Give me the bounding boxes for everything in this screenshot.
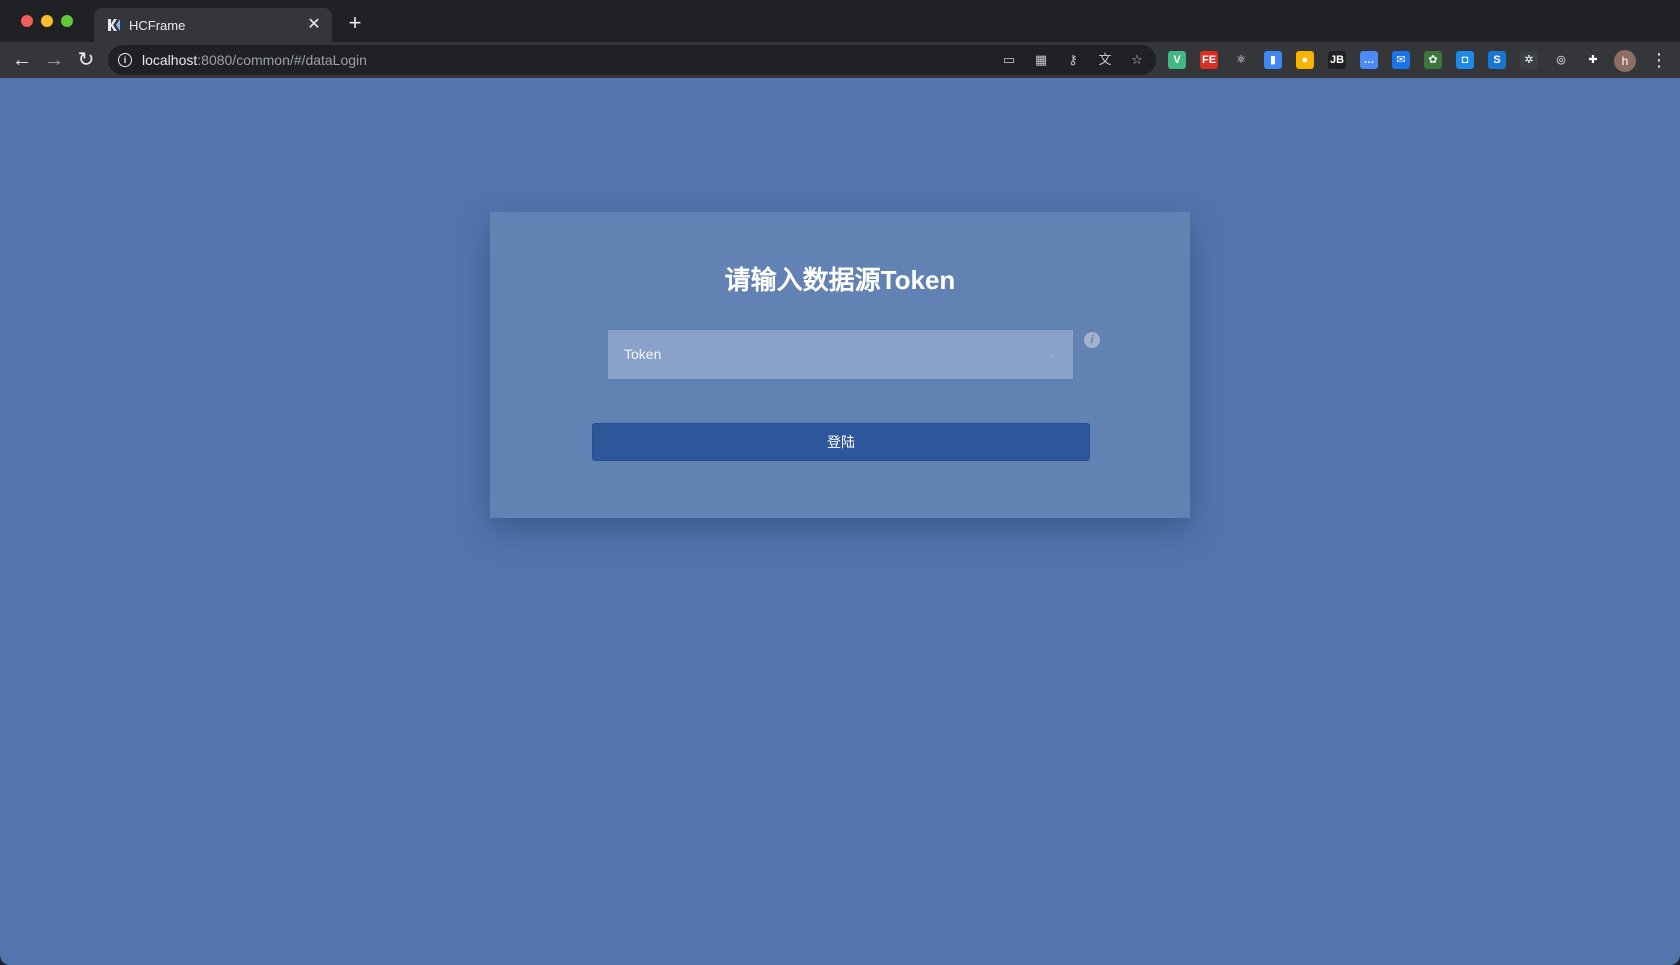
chevron-down-icon: ⌄ bbox=[1046, 346, 1058, 360]
token-select[interactable]: Token ⌄ bbox=[608, 330, 1073, 379]
tab-close-icon[interactable]: ✕ bbox=[304, 15, 324, 35]
translate-icon[interactable]: 文 bbox=[1096, 51, 1114, 69]
hcframe-favicon-icon bbox=[108, 19, 120, 31]
mail-checker-icon[interactable]: ✉ bbox=[1392, 51, 1410, 69]
color-picker-icon[interactable]: ● bbox=[1296, 51, 1314, 69]
bookmark-ext-icon[interactable]: ▮ bbox=[1264, 51, 1282, 69]
s-ext-icon[interactable]: S bbox=[1488, 51, 1506, 69]
cast-icon[interactable]: ▭ bbox=[1000, 51, 1018, 69]
login-card: 请输入数据源Token Token ⌄ i 登陆 bbox=[490, 212, 1190, 518]
url-host: localhost bbox=[142, 52, 198, 68]
chat-bubble-icon[interactable]: … bbox=[1360, 51, 1378, 69]
reload-button[interactable]: ↻ bbox=[74, 48, 98, 72]
site-info-icon[interactable]: i bbox=[118, 53, 132, 67]
jetbrains-icon[interactable]: JB bbox=[1328, 51, 1346, 69]
react-devtools-icon[interactable]: ⚛ bbox=[1232, 51, 1250, 69]
profile-avatar[interactable]: h bbox=[1614, 50, 1636, 72]
tab-strip: HCFrame ✕ + bbox=[0, 0, 1680, 44]
new-tab-button[interactable]: + bbox=[344, 12, 366, 34]
tab-title: HCFrame bbox=[129, 18, 186, 33]
url-text[interactable]: localhost:8080/common/#/dataLogin bbox=[142, 52, 367, 68]
fe-helper-icon[interactable]: FE bbox=[1200, 51, 1218, 69]
minimize-window-button[interactable] bbox=[41, 15, 53, 27]
browser-menu-icon[interactable]: ⋮ bbox=[1650, 49, 1668, 71]
forward-button[interactable]: → bbox=[42, 48, 66, 72]
address-bar[interactable]: i localhost:8080/common/#/dataLogin ▭ ▦ ⚷ 文… bbox=[108, 45, 1156, 75]
bookmark-star-icon[interactable]: ☆ bbox=[1128, 51, 1146, 69]
vue-devtools-icon[interactable]: V bbox=[1168, 51, 1186, 69]
capture-ext-icon[interactable]: ◘ bbox=[1456, 51, 1474, 69]
qr-code-icon[interactable]: ▦ bbox=[1032, 51, 1050, 69]
info-help-icon[interactable]: i bbox=[1084, 332, 1100, 348]
close-window-button[interactable] bbox=[21, 15, 33, 27]
back-button[interactable]: ← bbox=[10, 48, 34, 72]
page-viewport: 请输入数据源Token Token ⌄ i 登陆 bbox=[0, 78, 1680, 965]
page-title: 请输入数据源Token bbox=[724, 265, 956, 295]
browser-window: HCFrame ✕ + ← → ↻ i localhost:8080/commo… bbox=[0, 0, 1680, 965]
key-icon[interactable]: ⚷ bbox=[1064, 51, 1082, 69]
url-path: :8080/common/#/dataLogin bbox=[197, 52, 367, 68]
circle-ext-icon[interactable]: ◎ bbox=[1552, 51, 1570, 69]
login-button[interactable]: 登陆 bbox=[592, 423, 1090, 461]
puzzle-icon[interactable]: ✚ bbox=[1584, 51, 1602, 69]
browser-toolbar: ← → ↻ i localhost:8080/common/#/dataLogi… bbox=[0, 42, 1680, 78]
leaf-ext-icon[interactable]: ✿ bbox=[1424, 51, 1442, 69]
tab-hcframe[interactable]: HCFrame ✕ bbox=[94, 8, 332, 44]
maximize-window-button[interactable] bbox=[61, 15, 73, 27]
token-select-placeholder: Token bbox=[624, 346, 662, 362]
gear-ext-icon[interactable]: ✲ bbox=[1520, 51, 1538, 69]
